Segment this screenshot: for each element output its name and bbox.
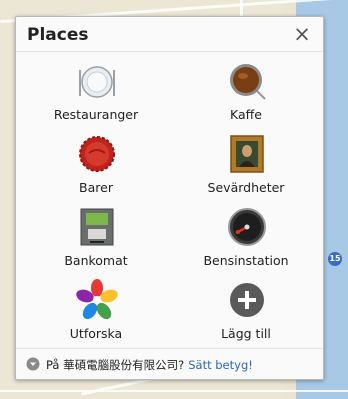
dialog-header: Places × — [16, 17, 323, 52]
add-icon — [230, 283, 264, 317]
bottle-cap-icon — [79, 136, 115, 172]
highway-shield: 15 — [328, 252, 342, 266]
painting-icon — [230, 135, 264, 173]
place-label: Bensinstation — [203, 253, 289, 268]
place-label: Sevärdheter — [207, 180, 285, 195]
plate-icon — [79, 66, 115, 98]
place-label: Bankomat — [64, 253, 128, 268]
place-label: Kaffe — [230, 107, 262, 122]
places-dialog: Places × Restauranger Kaffe Barer Sevärd… — [15, 16, 324, 380]
places-grid: Restauranger Kaffe Barer Sevärdheter Ban… — [16, 52, 323, 347]
close-button[interactable]: × — [291, 23, 313, 45]
chevron-down-icon[interactable] — [26, 357, 40, 371]
place-utforska[interactable]: Utforska — [21, 271, 171, 341]
place-bensinstation[interactable]: Bensinstation — [171, 198, 321, 268]
place-label: Lägg till — [221, 326, 271, 341]
rating-footer: På 華碩電腦股份有限公司? Sätt betyg! — [16, 348, 323, 379]
place-label: Utforska — [69, 326, 123, 341]
atm-icon — [80, 208, 114, 246]
rating-prompt: På 華碩電腦股份有限公司? Sätt betyg! — [46, 357, 253, 373]
place-sevardheter[interactable]: Sevärdheter — [171, 125, 321, 195]
coffee-icon — [230, 64, 266, 100]
rate-link[interactable]: Sätt betyg! — [188, 358, 253, 372]
place-label: Restauranger — [53, 107, 139, 122]
rating-question: På 華碩電腦股份有限公司? — [46, 358, 185, 372]
place-lagg-till[interactable]: Lägg till — [171, 271, 321, 341]
place-restauranger[interactable]: Restauranger — [21, 52, 171, 122]
dialog-title: Places — [27, 25, 89, 45]
place-label: Barer — [79, 180, 113, 195]
place-kaffe[interactable]: Kaffe — [171, 52, 321, 122]
flower-icon — [76, 279, 118, 320]
map-road — [0, 390, 348, 392]
place-bankomat[interactable]: Bankomat — [21, 198, 171, 268]
place-barer[interactable]: Barer — [21, 125, 171, 195]
fuel-gauge-icon — [228, 208, 266, 246]
